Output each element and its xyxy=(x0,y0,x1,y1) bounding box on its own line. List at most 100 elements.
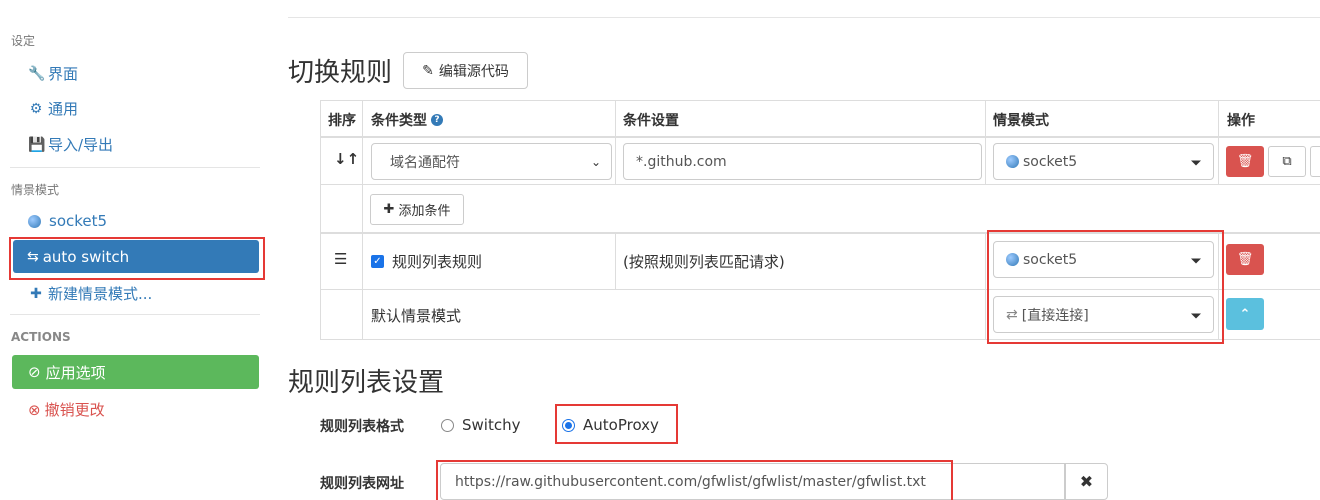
radio-icon[interactable] xyxy=(562,418,575,432)
format-option-label: Switchy xyxy=(462,416,521,434)
rule-profile-select[interactable]: socket5 xyxy=(993,143,1214,180)
default-profile-value: [直接连接] xyxy=(1021,307,1089,324)
gear-icon: ⚙ xyxy=(29,100,43,117)
sidebar-item-new-profile[interactable]: ✚ 新建情景模式... xyxy=(28,283,152,304)
format-radio-autoproxy[interactable]: AutoProxy xyxy=(562,416,659,434)
condition-value: *.github.com xyxy=(636,153,727,170)
plus-icon: ✚ xyxy=(383,202,395,217)
table-row xyxy=(320,232,1320,234)
chevron-down-icon: ⌄ xyxy=(590,154,601,169)
plus-icon: ✚ xyxy=(30,285,42,302)
column-divider xyxy=(985,100,986,184)
radio-icon[interactable] xyxy=(441,418,454,432)
caret-down-icon xyxy=(1191,313,1201,318)
sidebar-item-general[interactable]: ⚙ 通用 xyxy=(28,98,78,119)
add-condition-button[interactable]: ✚ 添加条件 xyxy=(370,194,464,225)
caret-down-icon xyxy=(1191,258,1201,263)
list-icon: ☰ xyxy=(334,250,348,268)
retweet-icon: ⇆ xyxy=(27,248,39,265)
header-condition-type-label: 条件类型 xyxy=(371,113,427,129)
move-up-button[interactable]: ⌃ xyxy=(1226,298,1264,330)
add-condition-label: 添加条件 xyxy=(398,204,451,219)
rule-list-settings-title: 规则列表设置 xyxy=(288,368,445,398)
clone-rule-button[interactable]: ⧉ xyxy=(1268,146,1306,177)
column-divider xyxy=(615,232,616,289)
sidebar-item-label: 通用 xyxy=(48,100,79,118)
settings-header: 设定 xyxy=(11,34,36,48)
actions-header: ACTIONS xyxy=(11,330,71,344)
header-sort: 排序 xyxy=(328,113,356,129)
default-profile-select[interactable]: ⇄ [直接连接] xyxy=(993,296,1214,333)
sidebar-item-interface[interactable]: 🔧 界面 xyxy=(28,63,78,84)
rule-list-profile-select[interactable]: socket5 xyxy=(993,241,1214,278)
sidebar-item-auto-switch[interactable]: ⇆ auto switch xyxy=(13,240,259,273)
close-icon: ✖ xyxy=(1079,472,1094,491)
wrench-icon: 🔧 xyxy=(28,65,46,82)
checkbox-icon[interactable]: ✓ xyxy=(371,255,384,268)
format-radio-switchy[interactable]: Switchy xyxy=(441,416,520,434)
divider xyxy=(288,17,1320,18)
discard-label: 撤销更改 xyxy=(44,401,105,419)
trash-icon: 🗑 xyxy=(1236,154,1254,169)
format-label: 规则列表格式 xyxy=(320,419,404,435)
delete-rule-button[interactable]: 🗑 xyxy=(1226,146,1264,177)
sidebar-item-label: 导入/导出 xyxy=(48,136,114,154)
table-row xyxy=(320,100,1320,101)
table-row xyxy=(320,136,1320,138)
table-row xyxy=(320,184,1320,185)
edit-source-button[interactable]: ✎ 编辑源代码 xyxy=(403,52,528,89)
apply-button[interactable]: ⊘ 应用选项 xyxy=(12,355,259,389)
edit-source-label: 编辑源代码 xyxy=(438,63,509,80)
default-profile-label: 默认情景模式 xyxy=(371,307,462,325)
trash-icon: 🗑 xyxy=(1236,252,1254,267)
sidebar-item-label: 新建情景模式... xyxy=(48,285,153,303)
rule-list-url-input[interactable]: https://raw.githubusercontent.com/gfwlis… xyxy=(440,463,1065,500)
sidebar-item-socket5[interactable]: socket5 xyxy=(28,212,107,230)
rule-list-label: 规则列表规则 xyxy=(392,253,483,271)
x-circle-icon: ⊗ xyxy=(28,400,41,419)
clear-url-button[interactable]: ✖ xyxy=(1065,463,1108,500)
condition-type-value: 域名通配符 xyxy=(390,154,460,171)
rule-list-toggle[interactable]: ✓ 规则列表规则 xyxy=(371,251,482,272)
sort-handle-icon[interactable]: ↓↑ xyxy=(334,150,359,168)
sidebar-item-label: 界面 xyxy=(48,65,79,83)
delete-rule-list-button[interactable]: 🗑 xyxy=(1226,244,1264,275)
rule-profile-value: socket5 xyxy=(1023,153,1078,170)
floppy-icon: 💾 xyxy=(28,136,46,153)
globe-icon xyxy=(1006,253,1019,266)
divider xyxy=(10,314,260,315)
sidebar-item-import-export[interactable]: 💾 导入/导出 xyxy=(28,134,113,155)
column-divider xyxy=(362,100,363,340)
sidebar-item-label: auto switch xyxy=(42,247,130,266)
header-profile: 情景模式 xyxy=(993,113,1049,129)
header-condition-setting: 条件设置 xyxy=(623,113,679,129)
more-rule-button[interactable] xyxy=(1310,146,1320,177)
table-row xyxy=(320,339,1320,340)
switch-rules-title: 切换规则 xyxy=(288,58,393,88)
url-label: 规则列表网址 xyxy=(320,476,404,492)
discard-button[interactable]: ⊗ 撤销更改 xyxy=(28,399,105,420)
caret-down-icon xyxy=(1191,160,1201,165)
rule-list-profile-value: socket5 xyxy=(1023,251,1078,268)
rule-list-desc: (按照规则列表匹配请求) xyxy=(623,253,785,271)
column-divider xyxy=(615,100,616,184)
divider xyxy=(10,167,260,168)
rule-list-url-value: https://raw.githubusercontent.com/gfwlis… xyxy=(455,473,926,490)
globe-icon xyxy=(1006,155,1019,168)
table-row xyxy=(320,289,1320,290)
column-divider xyxy=(1218,232,1219,340)
apply-label: 应用选项 xyxy=(45,363,106,382)
header-condition-type: 条件类型 ? xyxy=(371,110,443,130)
format-option-label: AutoProxy xyxy=(583,416,659,434)
condition-value-input[interactable]: *.github.com xyxy=(623,143,982,180)
condition-type-select[interactable]: 域名通配符 ⌄ xyxy=(371,143,612,180)
globe-icon xyxy=(28,214,41,228)
sidebar: 设定 🔧 界面 ⚙ 通用 💾 导入/导出 情景模式 socket5 ⇆ auto… xyxy=(0,0,270,500)
column-divider xyxy=(1218,100,1219,184)
chevron-up-icon: ⌃ xyxy=(1239,306,1251,322)
edit-icon: ✎ xyxy=(422,62,434,79)
exchange-icon: ⇄ xyxy=(1006,306,1018,323)
help-icon[interactable]: ? xyxy=(431,114,443,126)
column-divider xyxy=(985,232,986,340)
check-circle-icon: ⊘ xyxy=(28,363,41,381)
